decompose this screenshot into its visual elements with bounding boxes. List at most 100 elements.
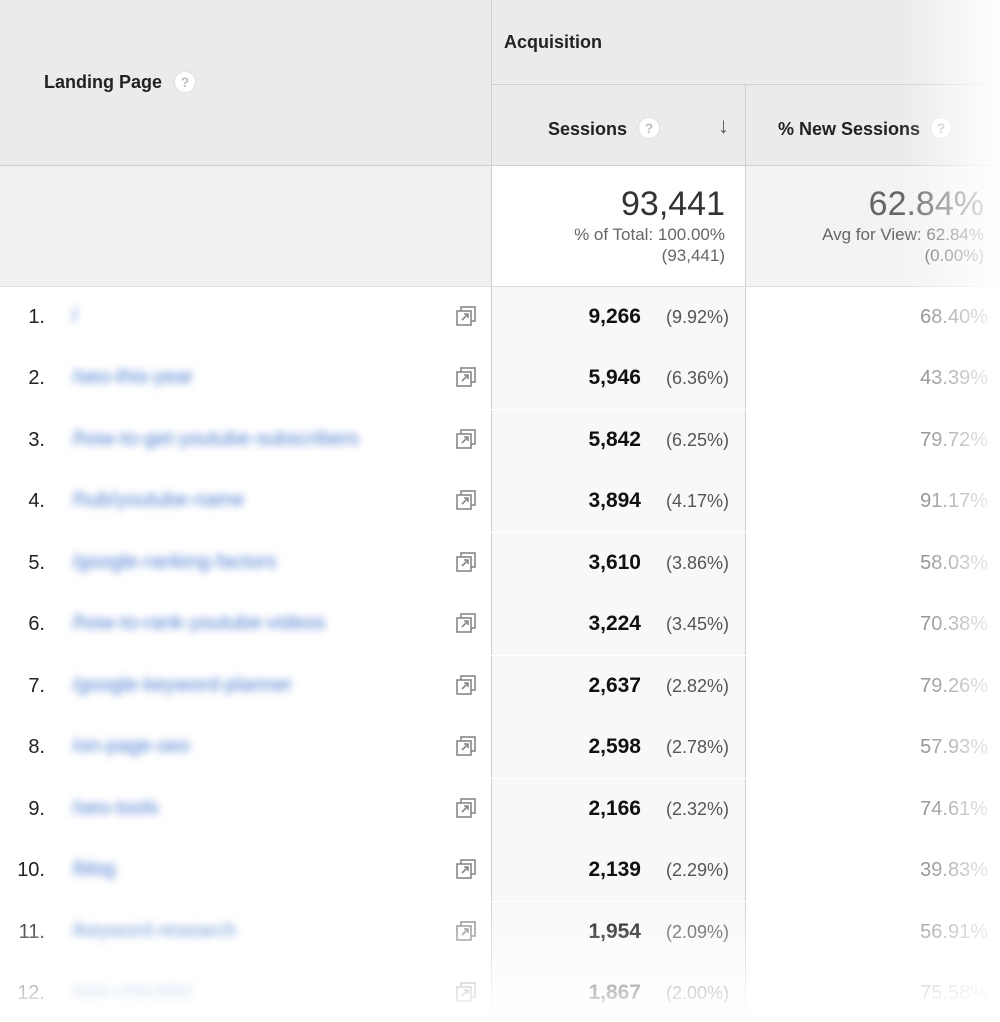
landing-page-link[interactable]: /google-ranking-factors: [72, 551, 277, 574]
sessions-percent: (3.45%): [665, 614, 729, 634]
sessions-percent: (4.17%): [665, 491, 729, 511]
sessions-percent: (2.09%): [665, 922, 729, 942]
total-sessions-value: 93,441: [621, 185, 725, 223]
open-in-new-icon[interactable]: [455, 920, 477, 942]
sort-desc-arrow-icon[interactable]: ↓: [718, 113, 729, 139]
new-sessions-value: 70.38%: [920, 613, 988, 635]
new-sessions-average: Avg for View: 62.84%: [822, 225, 984, 244]
landing-page-cell: 10. /blog: [0, 840, 492, 901]
acquisition-header-label: Acquisition: [504, 32, 602, 52]
open-in-new-icon[interactable]: [455, 981, 477, 1003]
landing-page-cell: 2. /seo-this-year: [0, 348, 492, 409]
sessions-cell: 1,867 (2.00%): [492, 963, 746, 1022]
table-row: 3. /how-to-get-youtube-subscribers 5,842…: [0, 410, 1000, 471]
open-in-new-icon[interactable]: [455, 489, 477, 511]
open-in-new-icon[interactable]: [455, 305, 477, 327]
landing-page-link[interactable]: /seo-this-year: [72, 366, 193, 389]
table-row: 7. /google-keyword-planner 2,637 (2.82%)…: [0, 656, 1000, 717]
row-number: 4.: [28, 490, 45, 512]
landing-page-link[interactable]: /: [72, 305, 78, 328]
new-sessions-delta: (0.00%): [924, 246, 984, 265]
table-row: 5. /google-ranking-factors 3,610 (3.86%)…: [0, 533, 1000, 594]
row-number: 10.: [17, 859, 45, 881]
sessions-cell: 3,224 (3.45%): [492, 594, 746, 655]
landing-page-header-label: Landing Page: [44, 72, 163, 92]
row-number: 1.: [28, 306, 45, 328]
sessions-column-header[interactable]: Sessions ? ↓: [492, 85, 746, 166]
landing-page-link[interactable]: /google-keyword-planner: [72, 674, 292, 697]
table-row: 11. /keyword-research 1,954 (2.09%) 56.9…: [0, 902, 1000, 963]
table-row: 10. /blog 2,139 (2.29%) 39.83%: [0, 840, 1000, 901]
new-sessions-column-header[interactable]: % New Sessions ?: [746, 85, 1000, 166]
sessions-header-label: Sessions: [548, 119, 628, 139]
sessions-cell: 2,166 (2.32%): [492, 779, 746, 840]
help-circle-icon[interactable]: ?: [174, 71, 196, 93]
landing-page-cell: 6. /how-to-rank-youtube-videos: [0, 594, 492, 655]
landing-page-link[interactable]: /seo-checklist: [72, 981, 193, 1004]
row-number: 5.: [28, 552, 45, 574]
new-sessions-cell: 75.58%: [746, 963, 1000, 1022]
landing-page-link[interactable]: /blog: [72, 858, 115, 881]
sessions-percent: (9.92%): [665, 307, 729, 327]
new-sessions-value: 74.61%: [920, 798, 988, 820]
sessions-value: 3,610: [588, 551, 641, 574]
open-in-new-icon[interactable]: [455, 551, 477, 573]
sessions-cell: 5,842 (6.25%): [492, 410, 746, 471]
landing-page-link[interactable]: /keyword-research: [72, 920, 237, 943]
sessions-cell: 1,954 (2.09%): [492, 902, 746, 963]
table-row: 8. /on-page-seo 2,598 (2.78%) 57.93%: [0, 717, 1000, 778]
new-sessions-cell: 58.03%: [746, 533, 1000, 594]
table-row: 2. /seo-this-year 5,946 (6.36%) 43.39%: [0, 348, 1000, 409]
sessions-value: 3,224: [588, 612, 641, 635]
help-circle-icon[interactable]: ?: [638, 117, 660, 139]
open-in-new-icon[interactable]: [455, 428, 477, 450]
sessions-percent: (2.82%): [665, 676, 729, 696]
new-sessions-cell: 43.39%: [746, 348, 1000, 409]
new-sessions-value: 68.40%: [920, 306, 988, 328]
sessions-cell: 3,610 (3.86%): [492, 533, 746, 594]
new-sessions-cell: 70.38%: [746, 594, 1000, 655]
sessions-value: 3,894: [588, 489, 641, 512]
sessions-percent: (3.86%): [665, 553, 729, 573]
landing-page-link[interactable]: /seo-tools: [72, 797, 159, 820]
sessions-value: 2,598: [588, 735, 641, 758]
landing-page-cell: 11. /keyword-research: [0, 902, 492, 963]
sessions-cell: 2,598 (2.78%): [492, 717, 746, 778]
sessions-value: 5,842: [588, 428, 641, 451]
sessions-percent: (6.25%): [665, 430, 729, 450]
open-in-new-icon[interactable]: [455, 797, 477, 819]
new-sessions-cell: 56.91%: [746, 902, 1000, 963]
sessions-value: 1,954: [588, 920, 641, 943]
landing-page-cell: 3. /how-to-get-youtube-subscribers: [0, 410, 492, 471]
totals-row: 93,441 % of Total: 100.00% (93,441) 62.8…: [0, 166, 1000, 287]
landing-page-link[interactable]: /on-page-seo: [72, 735, 190, 758]
table-row: 6. /how-to-rank-youtube-videos 3,224 (3.…: [0, 594, 1000, 655]
row-number: 6.: [28, 613, 45, 635]
table-row: 1. / 9,266 (9.92%) 68.40%: [0, 287, 1000, 348]
new-sessions-value: 91.17%: [920, 490, 988, 512]
new-sessions-cell: 39.83%: [746, 840, 1000, 901]
table-header: Landing Page ? Acquisition Sessions ? ↓ …: [0, 0, 1000, 166]
new-sessions-value: 39.83%: [920, 859, 988, 881]
landing-page-link[interactable]: /hub/youtube-name: [72, 489, 244, 512]
landing-page-cell: 12. /seo-checklist: [0, 963, 492, 1022]
open-in-new-icon[interactable]: [455, 612, 477, 634]
open-in-new-icon[interactable]: [455, 858, 477, 880]
row-number: 7.: [28, 675, 45, 697]
new-sessions-value: 43.39%: [920, 367, 988, 389]
landing-page-link[interactable]: /how-to-get-youtube-subscribers: [72, 428, 359, 451]
sessions-cell: 5,946 (6.36%): [492, 348, 746, 409]
landing-page-link[interactable]: /how-to-rank-youtube-videos: [72, 612, 325, 635]
open-in-new-icon[interactable]: [455, 735, 477, 757]
row-number: 8.: [28, 736, 45, 758]
open-in-new-icon[interactable]: [455, 366, 477, 388]
landing-page-column-header[interactable]: Landing Page ?: [0, 0, 492, 166]
sessions-percent: (2.00%): [665, 983, 729, 1003]
new-sessions-cell: 79.26%: [746, 656, 1000, 717]
landing-page-cell: 5. /google-ranking-factors: [0, 533, 492, 594]
row-number: 9.: [28, 798, 45, 820]
sessions-cell: 2,637 (2.82%): [492, 656, 746, 717]
open-in-new-icon[interactable]: [455, 674, 477, 696]
help-circle-icon[interactable]: ?: [930, 117, 952, 139]
sessions-value: 5,946: [588, 366, 641, 389]
